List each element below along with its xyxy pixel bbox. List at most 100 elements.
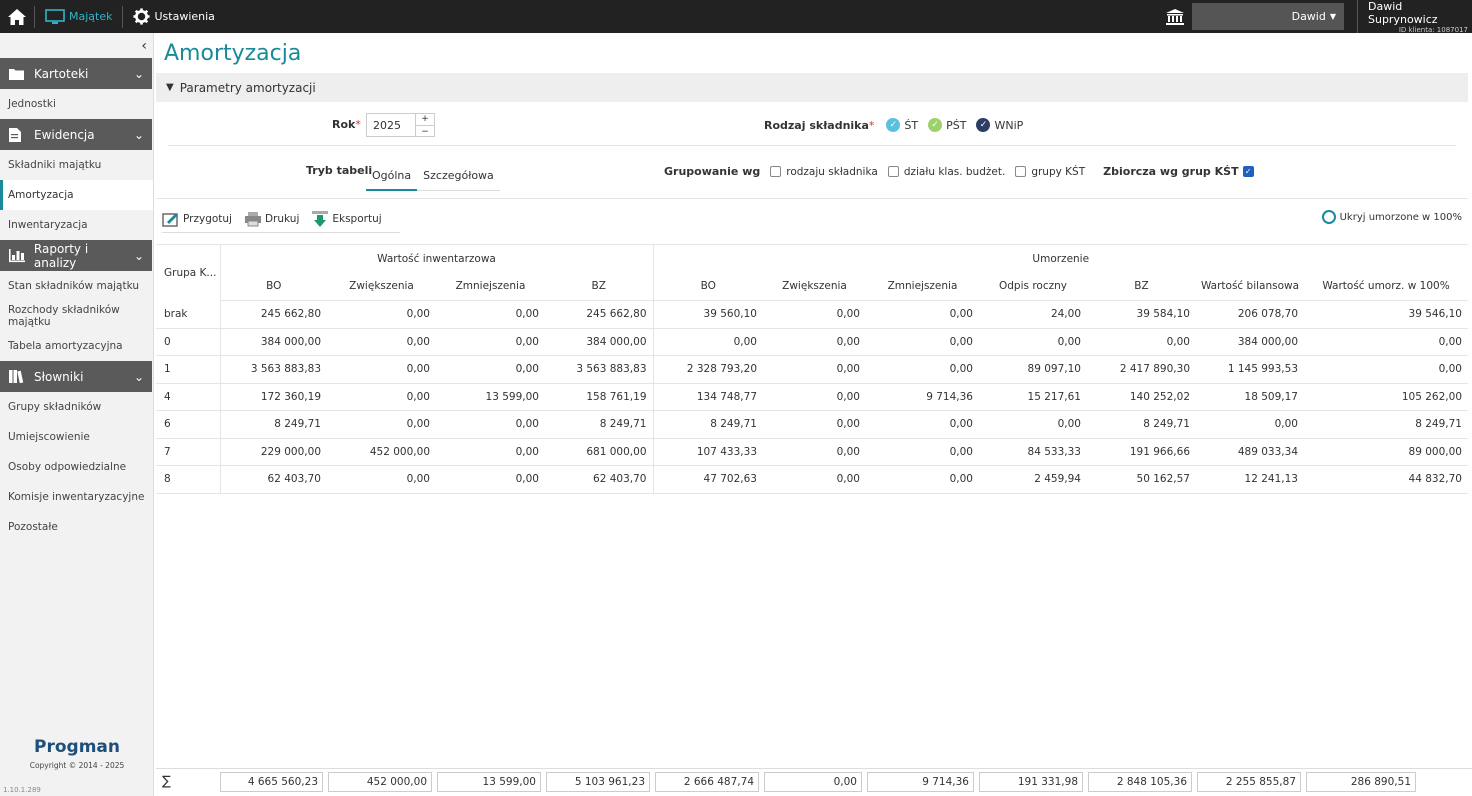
prepare-button[interactable]: Przygotuj (162, 205, 232, 232)
column-header[interactable]: BO (653, 272, 763, 301)
sidebar-item-inwentaryzacja[interactable]: Inwentaryzacja (0, 210, 153, 240)
sidebar-section-slowniki[interactable]: Słowniki ⌄ (0, 361, 152, 392)
column-header[interactable]: BZ (1087, 272, 1196, 301)
cell: 89 000,00 (1304, 438, 1468, 466)
sum-icon: ∑ (162, 774, 171, 789)
sidebar-item-rozchody[interactable]: Rozchody składników majątku (0, 301, 153, 331)
unit-user-select[interactable]: Dawid ▼ (1192, 3, 1344, 30)
sidebar-item-stan[interactable]: Stan składników majątku (0, 271, 153, 301)
column-header[interactable]: Wartość bilansowa (1196, 272, 1304, 301)
sidebar-item-amortyzacja[interactable]: Amortyzacja (0, 180, 153, 210)
tab-ogolna[interactable]: Ogólna (366, 161, 418, 191)
column-header[interactable]: Wartość umorz. w 100% (1304, 272, 1468, 301)
bank-icon[interactable] (1158, 0, 1192, 33)
rodzaj-option-st[interactable]: ✓ ŚT (886, 118, 918, 132)
cell: 18 509,17 (1196, 383, 1304, 411)
sidebar-item-osoby[interactable]: Osoby odpowiedzialne (0, 452, 153, 482)
cell: 39 560,10 (653, 300, 763, 329)
sidebar-section-raporty[interactable]: Raporty i analizy ⌄ (0, 240, 152, 271)
cell: 0,00 (327, 410, 436, 439)
sidebar-item-skladniki[interactable]: Składniki majątku (0, 150, 153, 180)
brand-logo: Progman (34, 737, 120, 757)
depreciation-table: Grupa K... Wartość inwentarzowa Umorzeni… (156, 244, 1468, 494)
checkbox[interactable] (1015, 166, 1027, 177)
copyright: Copyright © 2014 - 2025 (29, 761, 125, 770)
sidebar-item-pozostale[interactable]: Pozostałe (0, 512, 153, 542)
rodzaj-label-text: Rodzaj składnika (764, 118, 869, 132)
export-button[interactable]: Eksportuj (311, 205, 382, 232)
cell: 489 033,34 (1196, 438, 1304, 466)
account-info[interactable]: Dawid Suprynowicz ID klienta: 1087017 (1357, 0, 1472, 34)
rok-label: Rok* (332, 118, 361, 131)
table-row[interactable]: 1 3 563 883,83 0,00 0,00 3 563 883,83 2 … (156, 355, 1468, 384)
hide-fully-depreciated-toggle[interactable]: Ukryj umorzone w 100% (1321, 210, 1462, 224)
rok-input[interactable]: 2025 (366, 113, 416, 137)
column-header[interactable]: Odpis roczny (979, 272, 1087, 301)
column-header[interactable]: BZ (545, 272, 654, 301)
cell: 0,00 (1304, 355, 1468, 384)
cell: 384 000,00 (220, 328, 327, 356)
rok-stepper[interactable]: + − (416, 113, 435, 137)
print-button[interactable]: Drukuj (244, 205, 299, 232)
group-by-rodzaj[interactable]: rodzaju składnika (770, 166, 878, 178)
rodzaj-option-pst[interactable]: ✓ PŚT (928, 118, 966, 132)
nav-majatek[interactable]: Majątek (35, 0, 122, 33)
column-header-grupa[interactable]: Grupa K... (156, 244, 221, 301)
check-icon: ✓ (928, 118, 943, 132)
cell: 44 832,70 (1304, 465, 1468, 494)
sidebar-section-ewidencja[interactable]: Ewidencja ⌄ (0, 119, 152, 150)
table-row[interactable]: brak 245 662,80 0,00 0,00 245 662,80 39 … (156, 300, 1468, 329)
nav-ustawienia[interactable]: Ustawienia (123, 0, 224, 33)
column-header[interactable]: Zmniejszenia (436, 272, 545, 301)
cell: 172 360,19 (220, 383, 327, 411)
table-row[interactable]: 8 62 403,70 0,00 0,00 62 403,70 47 702,6… (156, 465, 1468, 494)
checkbox[interactable] (887, 166, 899, 177)
main-content: Amortyzacja ▼ Parametry amortyzacji Rok*… (156, 33, 1472, 796)
cell: 107 433,33 (653, 438, 763, 466)
rodzaj-skladnika: Rodzaj składnika* ✓ ŚT ✓ PŚT ✓ WNiP (764, 118, 1033, 132)
cell: 2 459,94 (979, 465, 1087, 494)
tab-szczegolowa[interactable]: Szczegółowa (417, 161, 500, 191)
sidebar-item-grupy[interactable]: Grupy składników (0, 392, 153, 422)
printer-icon (244, 211, 261, 226)
check-icon: ✓ (886, 118, 901, 132)
sidebar-item-tabela[interactable]: Tabela amortyzacyjna (0, 331, 153, 361)
zbiorcza-kst[interactable]: Zbiorcza wg grup KŚT ✓ (1103, 165, 1258, 178)
total-cell: 5 103 961,23 (546, 771, 650, 792)
column-header[interactable]: Zwiększenia (763, 272, 866, 301)
table-row[interactable]: 6 8 249,71 0,00 0,00 8 249,71 8 249,71 0… (156, 410, 1468, 439)
sidebar-item-komisje[interactable]: Komisje inwentaryzacyjne (0, 482, 153, 512)
params-panel-header[interactable]: ▼ Parametry amortyzacji (156, 73, 1468, 102)
cell: 8 249,71 (1304, 410, 1468, 439)
checkbox-checked[interactable]: ✓ (1242, 166, 1254, 177)
checkbox[interactable] (770, 166, 782, 177)
tryb-label: Tryb tabeli (306, 164, 373, 177)
cell: 0,00 (327, 328, 436, 356)
column-header[interactable]: BO (220, 272, 327, 301)
column-header[interactable]: Zwiększenia (327, 272, 436, 301)
sidebar-item-umiejscowienie[interactable]: Umiejscowienie (0, 422, 153, 452)
checkbox-label: grupy KŚT (1031, 165, 1086, 178)
sidebar-section-kartoteki[interactable]: Kartoteki ⌄ (0, 58, 152, 89)
group-by-dzial[interactable]: działu klas. budżet. (887, 166, 1005, 178)
rodzaj-option-label: ŚT (904, 118, 919, 132)
column-header[interactable]: Zmniejszenia (866, 272, 979, 301)
cell-group: 7 (156, 438, 221, 466)
increment-button[interactable]: + (416, 114, 434, 126)
sidebar-item-jednostki[interactable]: Jednostki (0, 89, 153, 119)
table-row[interactable]: 0 384 000,00 0,00 0,00 384 000,00 0,00 0… (156, 328, 1468, 356)
chevron-down-icon: ▼ (166, 82, 174, 93)
table-body: brak 245 662,80 0,00 0,00 245 662,80 39 … (156, 300, 1468, 494)
group-by-kst[interactable]: grupy KŚT (1015, 166, 1085, 178)
rodzaj-option-wnip[interactable]: ✓ WNiP (976, 118, 1023, 132)
cell: 84 533,33 (979, 438, 1087, 466)
table-row[interactable]: 7 229 000,00 452 000,00 0,00 681 000,00 … (156, 438, 1468, 466)
decrement-button[interactable]: − (416, 126, 434, 138)
cell: 0,00 (866, 410, 979, 439)
cell: 3 563 883,83 (545, 355, 654, 384)
grupowanie-label: Grupowanie wg (664, 165, 761, 178)
table-row[interactable]: 4 172 360,19 0,00 13 599,00 158 761,19 1… (156, 383, 1468, 411)
cell: 105 262,00 (1304, 383, 1468, 411)
home-icon[interactable] (0, 0, 34, 33)
sidebar-collapse-button[interactable]: ‹ (0, 33, 153, 58)
